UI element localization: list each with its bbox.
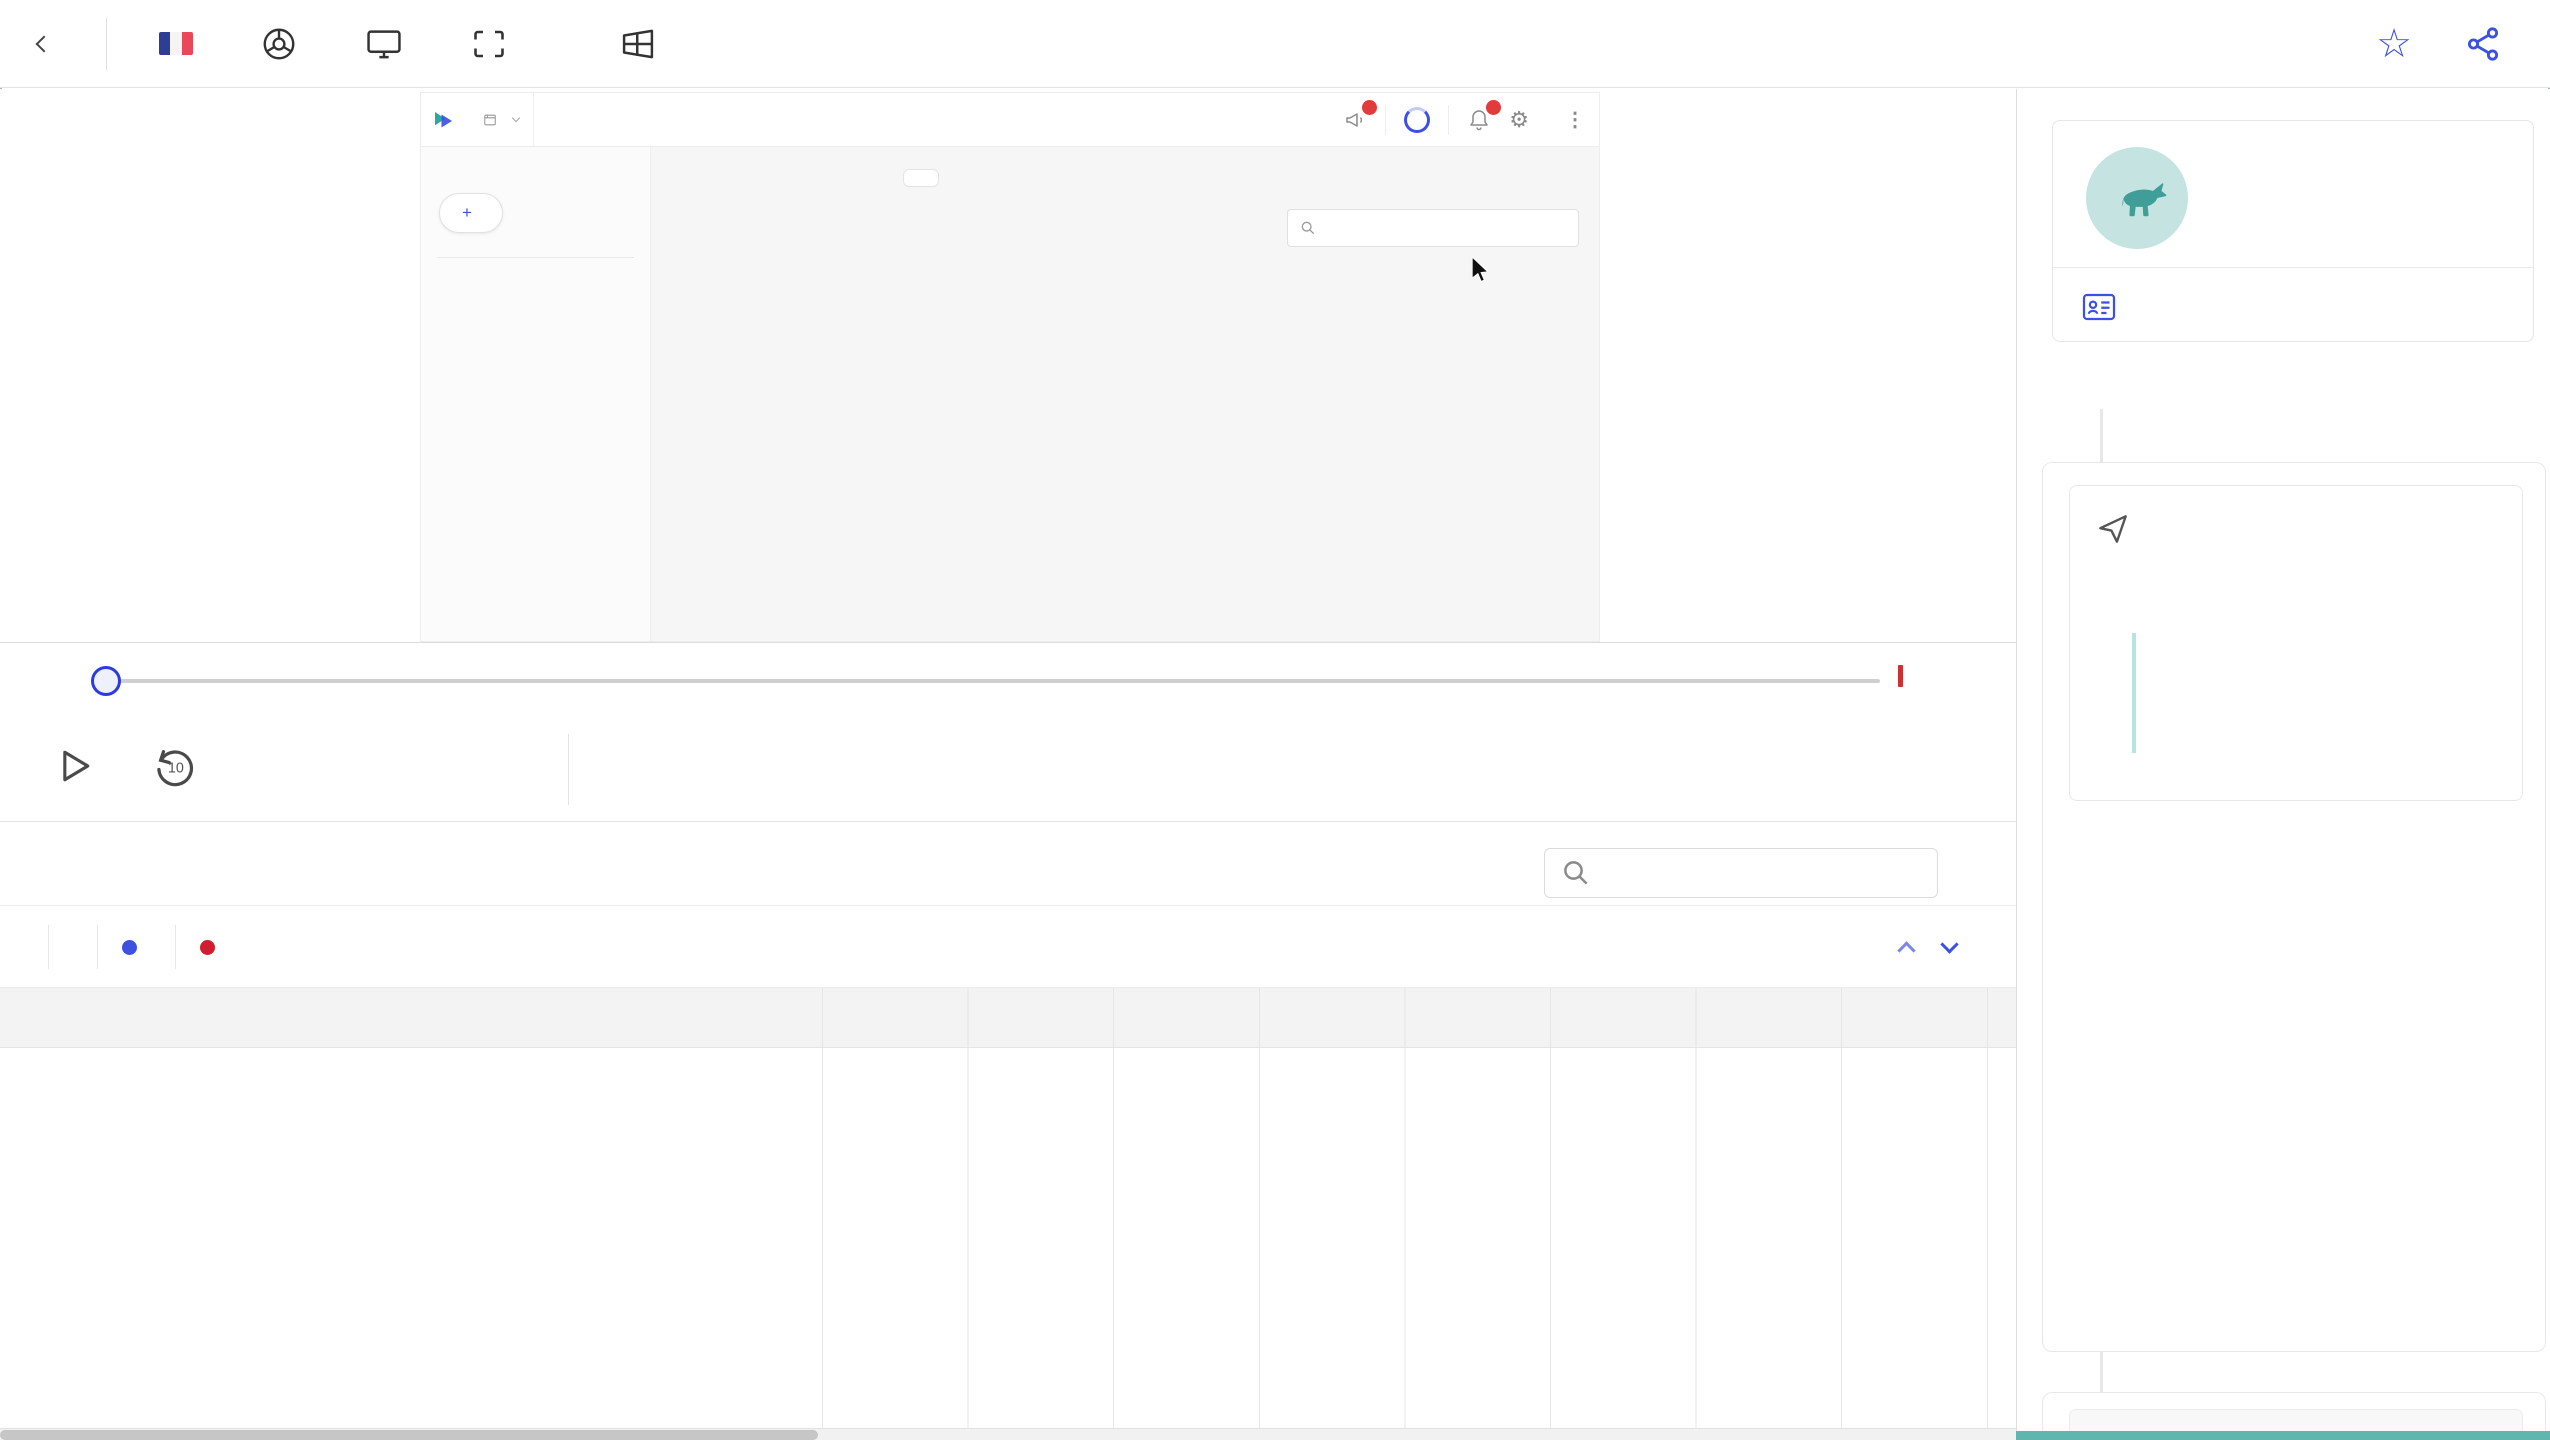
divider	[2053, 267, 2533, 268]
monitor-icon	[365, 27, 403, 61]
replay-viewport: ⚙ ⋮ +	[0, 89, 2016, 642]
search-icon	[1301, 221, 1315, 235]
loading-spinner-icon	[1404, 106, 1431, 133]
divider	[437, 257, 634, 258]
session-info-sidebar	[2017, 89, 2550, 1440]
horizontal-scrollbar[interactable]	[0, 1428, 2016, 1440]
skip-inactivity-toggle[interactable]	[569, 718, 659, 821]
sidebar-bottom-bar	[2016, 1431, 2550, 1440]
resolution-icon	[471, 27, 507, 61]
divider	[106, 17, 107, 70]
test-search-input[interactable]	[1326, 220, 1556, 236]
end-time-label	[1896, 665, 1905, 687]
jump-previous-icon[interactable]	[1897, 940, 1916, 960]
share-icon[interactable]	[2464, 25, 2502, 63]
jump-next-icon[interactable]	[1940, 934, 1959, 954]
scrollbar-thumb[interactable]	[0, 1430, 818, 1440]
test-search-box[interactable]	[1287, 209, 1579, 247]
france-flag-icon	[159, 32, 193, 55]
search-icon	[1564, 861, 1588, 885]
blue-dot-icon	[122, 939, 137, 955]
replayed-app-content	[651, 147, 1599, 641]
top-bar: ☆	[0, 0, 2550, 88]
session-replay-app: ☆ ⚙ ⋮ + 10	[0, 0, 2550, 1440]
runs-page-title	[677, 171, 687, 203]
project-selector[interactable]	[469, 93, 534, 146]
event-connector	[2100, 409, 2103, 462]
player-timeline	[0, 642, 2016, 718]
network-filter-input[interactable]	[1605, 857, 1905, 889]
divider	[48, 925, 49, 969]
metadata-button[interactable]	[2079, 289, 2137, 325]
navigation-icon	[2099, 515, 2127, 543]
bell-count-badge	[1486, 99, 1502, 115]
network-table-header	[0, 988, 2016, 1048]
replayed-app-sidebar: +	[421, 147, 651, 641]
svg-text:10: 10	[168, 760, 184, 776]
red-dot-icon	[200, 939, 215, 955]
waterfall-gridlines	[822, 988, 2016, 1432]
play-button[interactable]	[52, 718, 96, 821]
announcements-count-badge	[1362, 99, 1378, 115]
back-button[interactable]	[0, 35, 106, 52]
visual-progress-bar	[2080, 620, 2512, 633]
chrome-icon	[261, 26, 297, 62]
bell-icon[interactable]	[1467, 99, 1502, 132]
device-info	[365, 27, 419, 61]
chevron-left-icon	[35, 35, 53, 52]
replayed-app-navbar: ⚙ ⋮	[421, 93, 1599, 147]
cli-banner	[903, 169, 939, 187]
visited-event-card[interactable]	[2069, 485, 2523, 801]
favorite-star-icon[interactable]: ☆	[2376, 24, 2412, 64]
project-icon	[484, 114, 496, 125]
replayed-app-screen: ⚙ ⋮ +	[420, 92, 1600, 642]
windows-icon	[619, 27, 657, 61]
metadata-card-icon	[2082, 293, 2116, 321]
plus-icon: +	[462, 203, 472, 222]
chevron-down-icon	[511, 113, 521, 122]
playhead-handle[interactable]	[91, 666, 121, 696]
resolution-info	[471, 27, 567, 61]
timeline-error-marker	[1898, 665, 1903, 687]
kebab-menu-icon[interactable]: ⋮	[1565, 107, 1585, 132]
back-10s-button[interactable]: 10	[152, 718, 198, 821]
divider	[1385, 104, 1387, 135]
avatar	[2086, 147, 2188, 249]
dom-content-loaded	[98, 939, 175, 955]
load-time	[176, 939, 253, 955]
back-10-icon: 10	[157, 749, 194, 786]
timeline-track[interactable]	[91, 643, 1880, 719]
timeline-base	[106, 679, 1880, 683]
announcements-icon[interactable]	[1343, 99, 1378, 132]
create-test-button[interactable]: +	[439, 193, 503, 233]
network-summary-bar	[0, 907, 2016, 988]
event-connector	[2100, 1352, 2103, 1392]
divider	[1448, 104, 1450, 135]
metric-connector-line	[2132, 633, 2136, 753]
network-filter-box[interactable]	[1544, 848, 1938, 898]
browser-info	[261, 26, 313, 62]
events-group-card	[2042, 462, 2546, 1352]
user-card	[2052, 120, 2534, 342]
session-datetime	[159, 32, 209, 55]
play-icon	[63, 750, 90, 781]
hyena-icon	[2122, 183, 2167, 217]
player-controls: 10	[0, 718, 2016, 822]
app-logo-icon	[421, 93, 469, 146]
gear-icon[interactable]: ⚙	[1509, 107, 1529, 133]
os-info	[619, 27, 673, 61]
network-panel	[0, 822, 2016, 1440]
recorded-mouse-cursor	[1469, 257, 1491, 283]
